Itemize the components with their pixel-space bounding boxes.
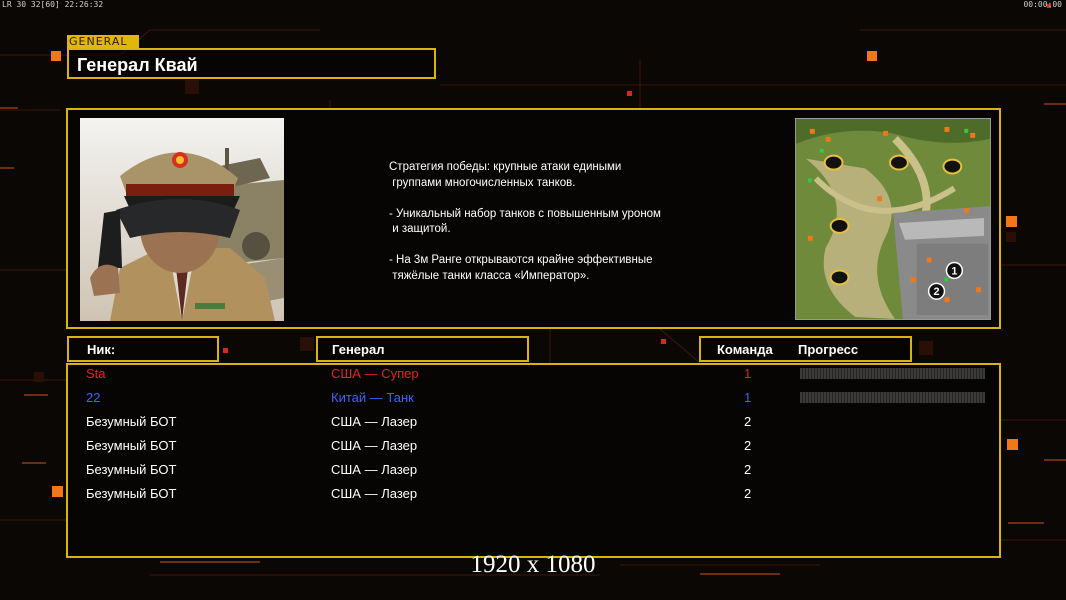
player-progress-bar	[800, 368, 985, 379]
table-row[interactable]: Sta США — Супер 1	[0, 364, 1066, 388]
general-name: Генерал Квай	[77, 55, 198, 75]
table-row[interactable]: Безумный БОТ США — Лазер 2	[0, 460, 1066, 484]
table-row[interactable]: Безумный БОТ США — Лазер 2	[0, 436, 1066, 460]
player-nick: Безумный БОТ	[86, 486, 177, 501]
header-progress-label: Прогресс	[798, 342, 859, 357]
header-general: Генерал	[316, 336, 529, 362]
player-team: 1	[744, 366, 752, 381]
minimap: 1 2	[795, 118, 991, 320]
header-team-progress: Команда Прогресс	[699, 336, 912, 362]
table-row[interactable]: Безумный БОТ США — Лазер 2	[0, 412, 1066, 436]
resolution-label: 1920 x 1080	[470, 551, 596, 578]
player-general: США — Лазер	[331, 438, 418, 453]
player-general: США — Лазер	[331, 414, 418, 429]
table-row[interactable]: Безумный БОТ США — Лазер 2	[0, 484, 1066, 508]
player-team: 2	[744, 438, 752, 453]
player-general: США — Лазер	[331, 462, 418, 477]
header-team-label: Команда	[717, 342, 773, 357]
player-team: 2	[744, 462, 752, 477]
general-tag: GENERAL	[67, 35, 139, 48]
start-label-1: 1	[951, 265, 957, 277]
game-clock: 00:00:00	[1023, 0, 1062, 9]
general-portrait	[80, 118, 284, 321]
fps-stats: LR 30 32[60] 22:26:32	[2, 0, 104, 9]
player-team: 1	[744, 390, 752, 405]
header-nick: Ник:	[67, 336, 219, 362]
player-nick: Sta	[86, 366, 106, 381]
player-general: США — Лазер	[331, 486, 418, 501]
player-nick: Безумный БОТ	[86, 462, 177, 477]
start-label-2: 2	[934, 286, 940, 298]
header-nick-label: Ник:	[87, 342, 116, 357]
player-general: Китай — Танк	[331, 390, 414, 405]
player-progress-bar	[800, 392, 985, 403]
player-nick: Безумный БОТ	[86, 438, 177, 453]
player-team: 2	[744, 486, 752, 501]
player-general: США — Супер	[331, 366, 419, 381]
header-general-label: Генерал	[332, 342, 385, 357]
table-row[interactable]: 22 Китай — Танк 1	[0, 388, 1066, 412]
general-description: Стратегия победы: крупные атаки едиными …	[389, 161, 661, 282]
general-title-frame: Генерал Квай	[67, 48, 436, 79]
player-nick: Безумный БОТ	[86, 414, 177, 429]
player-team: 2	[744, 414, 752, 429]
player-nick: 22	[86, 390, 101, 405]
